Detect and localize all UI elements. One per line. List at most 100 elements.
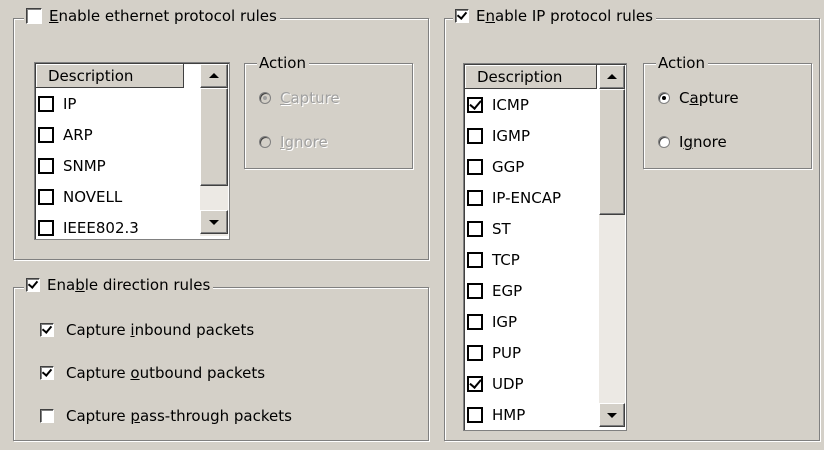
list-item-checkbox[interactable] bbox=[38, 96, 54, 112]
ethernet-capture-label: Capture bbox=[280, 89, 340, 107]
list-item-checkbox[interactable] bbox=[38, 158, 54, 174]
list-item[interactable]: UDP bbox=[467, 369, 597, 399]
list-item-label: ARP bbox=[63, 126, 93, 144]
scroll-thumb[interactable] bbox=[200, 88, 228, 186]
list-item-label: IP bbox=[63, 95, 77, 113]
ip-rules-group: Enable IP protocol rules Description ICM… bbox=[444, 7, 820, 441]
list-item-checkbox[interactable] bbox=[38, 127, 54, 143]
ethernet-ignore-radio[interactable] bbox=[259, 136, 271, 148]
ethernet-capture-radio[interactable] bbox=[259, 92, 271, 104]
scroll-thumb[interactable] bbox=[599, 89, 625, 215]
ip-ignore-label: Ignore bbox=[679, 133, 727, 151]
scroll-up-button[interactable] bbox=[200, 64, 228, 88]
ethernet-action-legend: Action bbox=[257, 54, 309, 72]
arrow-up-icon bbox=[607, 74, 617, 79]
list-item-checkbox[interactable] bbox=[467, 314, 483, 330]
list-item[interactable]: IGMP bbox=[467, 121, 597, 151]
ethernet-action-group: Action Capture Ignore bbox=[244, 54, 413, 169]
list-item-label: UDP bbox=[492, 375, 524, 393]
enable-direction-label[interactable]: Enable direction rules bbox=[47, 276, 210, 294]
ip-protocol-list[interactable]: Description ICMP IGMP GGP IP-ENCAP ST TCP EGP I… bbox=[463, 63, 627, 431]
list-item-label: ST bbox=[492, 220, 511, 238]
direction-option[interactable]: Capture pass-through packets bbox=[40, 407, 292, 425]
list-item-checkbox[interactable] bbox=[38, 220, 54, 236]
list-item-checkbox[interactable] bbox=[467, 159, 483, 175]
ip-rules-legend: Enable IP protocol rules bbox=[453, 7, 656, 25]
list-item[interactable]: TCP bbox=[467, 245, 597, 275]
ip-list-scrollbar[interactable] bbox=[599, 65, 625, 427]
arrow-down-icon bbox=[209, 220, 219, 225]
scroll-down-button[interactable] bbox=[599, 403, 625, 427]
list-item[interactable]: NOVELL bbox=[38, 182, 188, 212]
list-item-checkbox[interactable] bbox=[467, 283, 483, 299]
enable-ip-label[interactable]: Enable IP protocol rules bbox=[476, 7, 653, 25]
list-item[interactable]: PUP bbox=[467, 338, 597, 368]
list-item-checkbox[interactable] bbox=[467, 221, 483, 237]
list-item-label: NOVELL bbox=[63, 188, 123, 206]
list-item[interactable]: GGP bbox=[467, 152, 597, 182]
ethernet-protocol-list[interactable]: Description IP ARP SNMP NOVELL IEEE802.3 bbox=[34, 62, 230, 240]
list-item[interactable]: IEEE802.3 bbox=[38, 213, 188, 239]
list-item-label: GGP bbox=[492, 158, 525, 176]
enable-ethernet-label[interactable]: Enable ethernet protocol rules bbox=[49, 7, 277, 25]
ethernet-ignore-radio-row[interactable]: Ignore bbox=[259, 133, 328, 151]
ip-action-legend: Action bbox=[656, 54, 708, 72]
direction-option[interactable]: Capture outbound packets bbox=[40, 364, 265, 382]
list-item-label: IGMP bbox=[492, 127, 531, 145]
list-item-label: IP-ENCAP bbox=[492, 189, 562, 207]
direction-rules-legend: Enable direction rules bbox=[24, 276, 214, 294]
list-item-checkbox[interactable] bbox=[467, 407, 483, 423]
ip-list-header-description[interactable]: Description bbox=[465, 65, 597, 89]
direction-option-checkbox[interactable] bbox=[40, 366, 54, 380]
ethernet-rules-legend: Enable ethernet protocol rules bbox=[24, 7, 280, 25]
list-item[interactable]: ST bbox=[467, 214, 597, 244]
list-item-label: IGP bbox=[492, 313, 518, 331]
ethernet-list-scrollbar[interactable] bbox=[200, 64, 228, 236]
list-item-label: HMP bbox=[492, 406, 526, 424]
ethernet-rules-group: Enable ethernet protocol rules Descripti… bbox=[13, 7, 429, 260]
list-item[interactable]: EGP bbox=[467, 276, 597, 306]
ip-capture-label: Capture bbox=[679, 89, 739, 107]
list-item-label: ICMP bbox=[492, 96, 529, 114]
ethernet-list-header-description[interactable]: Description bbox=[36, 64, 184, 88]
direction-option-label: Capture inbound packets bbox=[66, 321, 255, 339]
list-item-label: IEEE802.3 bbox=[63, 219, 139, 237]
direction-option-label: Capture pass-through packets bbox=[66, 407, 292, 425]
list-item-label: PUP bbox=[492, 344, 522, 362]
ethernet-capture-radio-row[interactable]: Capture bbox=[259, 89, 340, 107]
direction-option[interactable]: Capture inbound packets bbox=[40, 321, 254, 339]
ethernet-ignore-label: Ignore bbox=[280, 133, 328, 151]
list-item[interactable]: IGP bbox=[467, 307, 597, 337]
list-item-label: SNMP bbox=[63, 157, 106, 175]
ip-capture-radio[interactable] bbox=[658, 92, 670, 104]
enable-ethernet-checkbox[interactable] bbox=[26, 8, 42, 24]
direction-rules-group: Enable direction rules Capture inbound p… bbox=[13, 276, 429, 441]
ip-action-group: Action Capture Ignore bbox=[643, 54, 812, 169]
list-item-label: TCP bbox=[492, 251, 520, 269]
list-item[interactable]: ICMP bbox=[467, 90, 597, 120]
scroll-down-button[interactable] bbox=[200, 210, 228, 234]
ip-ignore-radio-row[interactable]: Ignore bbox=[658, 133, 727, 151]
list-item-checkbox[interactable] bbox=[467, 345, 483, 361]
arrow-down-icon bbox=[607, 413, 617, 418]
list-item-checkbox[interactable] bbox=[467, 252, 483, 268]
direction-option-label: Capture outbound packets bbox=[66, 364, 266, 382]
list-item-checkbox[interactable] bbox=[467, 190, 483, 206]
list-item-checkbox[interactable] bbox=[467, 376, 483, 392]
ip-capture-radio-row[interactable]: Capture bbox=[658, 89, 739, 107]
scroll-up-button[interactable] bbox=[599, 65, 625, 89]
list-item[interactable]: IP-ENCAP bbox=[467, 183, 597, 213]
list-item[interactable]: IP bbox=[38, 89, 188, 119]
arrow-up-icon bbox=[209, 73, 219, 78]
list-item-checkbox[interactable] bbox=[38, 189, 54, 205]
list-item[interactable]: ARP bbox=[38, 120, 188, 150]
enable-ip-checkbox[interactable] bbox=[455, 9, 469, 23]
list-item[interactable]: SNMP bbox=[38, 151, 188, 181]
list-item[interactable]: HMP bbox=[467, 400, 597, 430]
ip-ignore-radio[interactable] bbox=[658, 136, 670, 148]
direction-option-checkbox[interactable] bbox=[40, 323, 54, 337]
enable-direction-checkbox[interactable] bbox=[26, 278, 40, 292]
list-item-checkbox[interactable] bbox=[467, 97, 483, 113]
list-item-checkbox[interactable] bbox=[467, 128, 483, 144]
direction-option-checkbox[interactable] bbox=[40, 409, 54, 423]
